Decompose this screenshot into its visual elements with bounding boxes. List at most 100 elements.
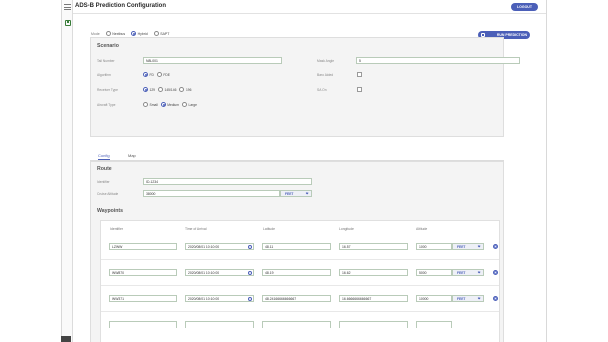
- waypoint-latitude-input[interactable]: [262, 321, 331, 328]
- radio-selected-icon[interactable]: [131, 31, 137, 36]
- radio-icon[interactable]: [179, 87, 185, 92]
- row-divider: [101, 259, 499, 260]
- waypoint-altitude-unit-select[interactable]: FEET: [452, 243, 484, 250]
- aircraft-option-large[interactable]: Large: [181, 102, 197, 107]
- mode-option-sapt[interactable]: SAPT: [153, 31, 169, 36]
- waypoints-table: Identifier Time of Arrival Latitude Long…: [100, 220, 500, 342]
- algorithm-options: FD FDE: [143, 72, 173, 77]
- waypoint-longitude-input[interactable]: 16.57: [339, 243, 408, 250]
- option-label: Hybrid: [137, 31, 148, 36]
- radio-icon[interactable]: [181, 102, 187, 107]
- tab-bar: Config Map: [90, 152, 504, 161]
- waypoint-altitude-input[interactable]: 1000: [416, 243, 452, 250]
- waypoint-latitude-input[interactable]: 48.11: [262, 243, 331, 250]
- receiver-option-129[interactable]: 129: [143, 87, 155, 92]
- calendar-icon[interactable]: [247, 271, 252, 275]
- waypoint-altitude-input[interactable]: [416, 321, 452, 328]
- algorithm-label: Algorithm: [97, 73, 111, 77]
- unit-label: FEET: [457, 245, 466, 249]
- unit-label: FEET: [457, 271, 466, 275]
- option-label: 129: [149, 87, 156, 92]
- scenario-heading: Scenario: [97, 43, 119, 49]
- waypoint-identifier-input[interactable]: LZWW: [109, 243, 177, 250]
- radio-icon[interactable]: [153, 31, 159, 36]
- aircraft-option-small[interactable]: Small: [143, 102, 158, 107]
- save-icon[interactable]: [64, 20, 71, 26]
- gear-icon[interactable]: [493, 296, 498, 301]
- tab-map[interactable]: Map: [128, 153, 136, 158]
- mode-option-nextbus[interactable]: Nextbus: [105, 31, 126, 36]
- aircraft-option-medium[interactable]: Medium: [160, 102, 179, 107]
- radio-selected-icon[interactable]: [143, 72, 148, 77]
- waypoint-altitude-unit-select[interactable]: FEET: [452, 269, 484, 276]
- sa-on-checkbox[interactable]: [357, 87, 362, 92]
- waypoint-latitude-input[interactable]: 48.19: [262, 269, 331, 276]
- waypoint-time-input[interactable]: 2020/08/01 10:10:00: [185, 269, 254, 276]
- mask-angle-input[interactable]: 5: [356, 57, 520, 64]
- option-label: Nextbus: [112, 31, 126, 36]
- waypoint-longitude-input[interactable]: 16.6666666666667: [339, 295, 408, 302]
- column-header-longitude: Longitude: [339, 227, 354, 231]
- receiver-type-label: Receiver Type: [97, 88, 119, 92]
- waypoint-time-input[interactable]: [185, 321, 254, 328]
- chevron-down-icon: [477, 296, 481, 301]
- waypoint-identifier-input[interactable]: [109, 321, 177, 328]
- cruise-altitude-input[interactable]: 38000: [143, 190, 280, 197]
- unit-label: FEET: [457, 297, 466, 301]
- column-header-time: Time of Arrival: [185, 227, 207, 231]
- receiver-option-196[interactable]: 196: [179, 87, 191, 92]
- waypoint-altitude-input[interactable]: 5000: [416, 269, 452, 276]
- gear-icon[interactable]: [493, 270, 498, 275]
- column-header-identifier: Identifier: [110, 227, 124, 231]
- mode-selector: Mode Nextbus Hybrid SAPT: [91, 31, 172, 36]
- waypoint-time-input[interactable]: 2020/08/01 10:10:00: [185, 243, 254, 250]
- waypoint-latitude-input[interactable]: 48.24166666666667: [262, 295, 331, 302]
- tail-number-input[interactable]: N8L001: [143, 57, 282, 64]
- cruise-altitude-unit-select[interactable]: FEET: [280, 190, 312, 197]
- waypoint-identifier-input[interactable]: WW371: [109, 295, 177, 302]
- waypoint-altitude-unit-select[interactable]: FEET: [452, 295, 484, 302]
- radio-icon[interactable]: [156, 72, 162, 77]
- radio-icon[interactable]: [158, 87, 164, 92]
- column-header-latitude: Latitude: [263, 227, 276, 231]
- top-bar: ADS-B Prediction Configuration LOGOUT: [73, 0, 546, 14]
- waypoint-identifier-input[interactable]: WW870: [109, 269, 177, 276]
- calendar-icon[interactable]: [247, 245, 252, 249]
- waypoints-heading: Waypoints: [97, 208, 124, 214]
- radio-selected-icon[interactable]: [143, 87, 148, 92]
- tab-config[interactable]: Config: [98, 153, 110, 160]
- time-value: 2020/08/01 10:10:00: [188, 271, 220, 275]
- chevron-down-icon: [477, 270, 481, 275]
- route-identifier-input[interactable]: ID-1234: [143, 178, 312, 185]
- baro-aided-checkbox[interactable]: [357, 72, 362, 77]
- waypoint-time-input[interactable]: 2020/08/01 10:10:00: [185, 295, 254, 302]
- hamburger-icon[interactable]: [64, 4, 71, 10]
- waypoint-longitude-input[interactable]: 16.62: [339, 269, 408, 276]
- calendar-icon[interactable]: [247, 297, 252, 301]
- page-title: ADS-B Prediction Configuration: [75, 3, 166, 9]
- algorithm-option-fde[interactable]: FDE: [156, 72, 171, 77]
- waypoint-altitude-input[interactable]: 10000: [416, 295, 452, 302]
- radio-icon[interactable]: [143, 102, 148, 107]
- option-label: FDE: [163, 72, 171, 77]
- radio-selected-icon[interactable]: [160, 102, 166, 107]
- unit-label: FEET: [285, 192, 294, 196]
- route-heading: Route: [97, 166, 112, 172]
- route-panel: Route Identifier ID-1234 Cruise Altitude…: [90, 161, 504, 342]
- scenario-panel: Scenario Tail Number N8L001 Mask Angle 5…: [90, 37, 520, 137]
- sa-on-label: SA On: [317, 88, 327, 92]
- radio-icon[interactable]: [105, 31, 111, 36]
- logout-button[interactable]: LOGOUT: [511, 3, 538, 11]
- receiver-type-options: 129 145/146 196: [143, 87, 194, 92]
- sidebar: [62, 0, 73, 342]
- time-value: 2020/08/01 10:10:00: [188, 245, 220, 249]
- algorithm-option-fd[interactable]: FD: [143, 72, 154, 77]
- mode-option-hybrid[interactable]: Hybrid: [131, 31, 148, 36]
- mask-angle-label: Mask Angle: [317, 59, 335, 63]
- option-label: Small: [149, 102, 158, 107]
- aircraft-type-label: Aircraft Type: [97, 103, 116, 107]
- gear-icon[interactable]: [493, 244, 498, 249]
- receiver-option-145-146[interactable]: 145/146: [158, 87, 176, 92]
- chevron-down-icon: [305, 191, 309, 196]
- waypoint-longitude-input[interactable]: [339, 321, 408, 328]
